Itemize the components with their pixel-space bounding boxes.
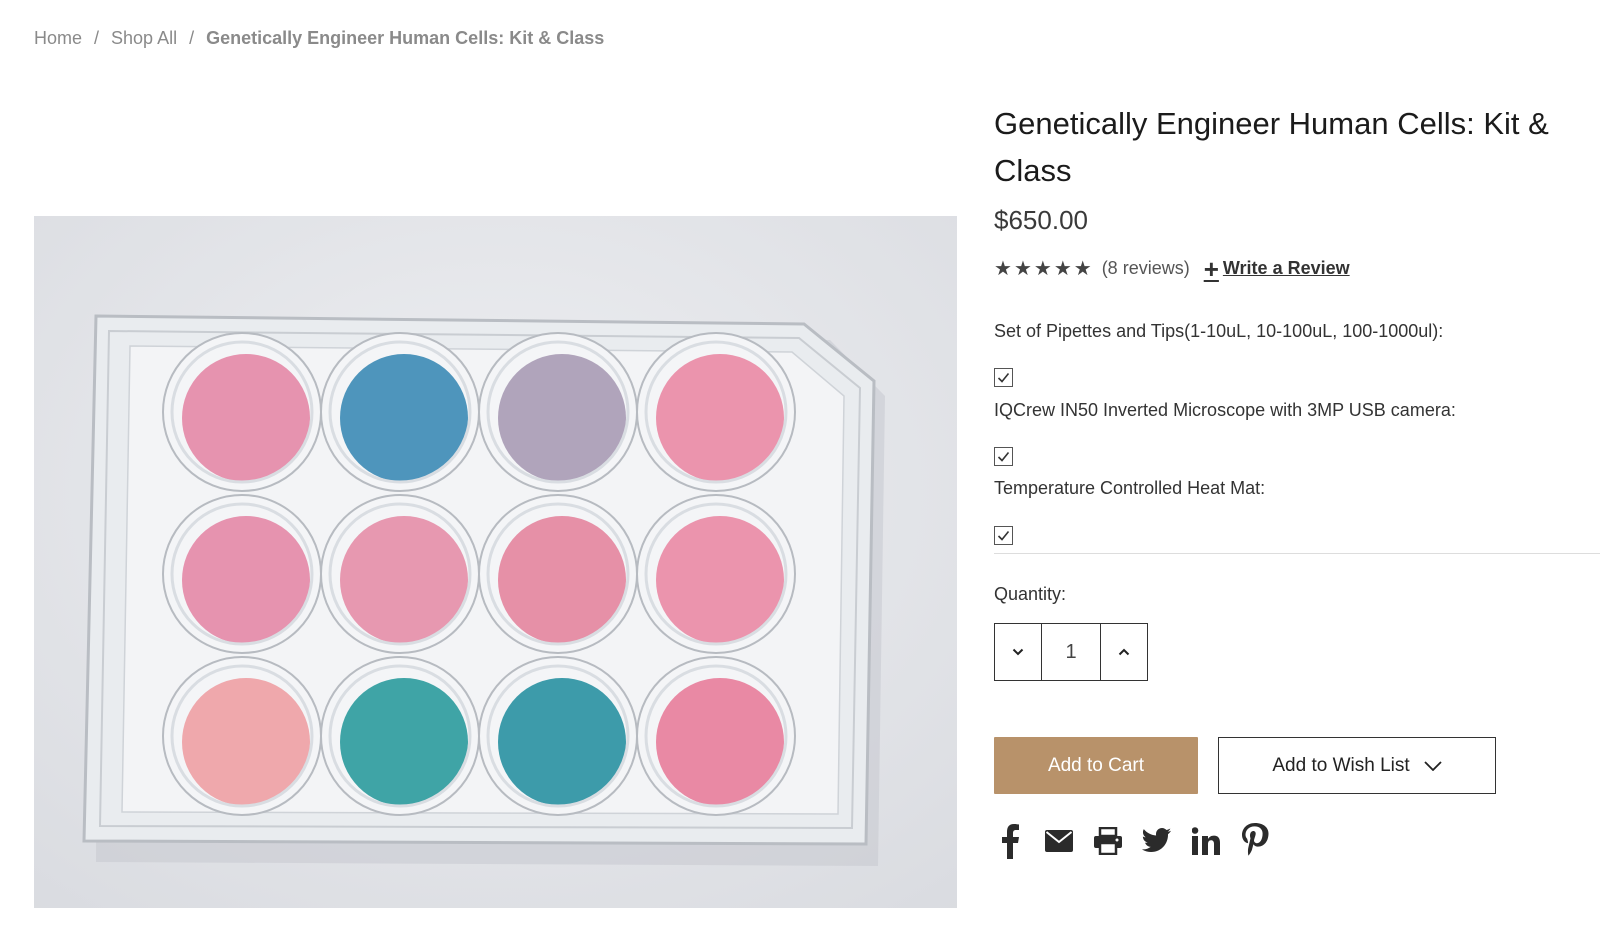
plus-icon: + — [1203, 253, 1219, 284]
linkedin-icon[interactable] — [1190, 822, 1222, 860]
write-review-label: Write a Review — [1222, 258, 1350, 278]
product-price: $650.00 — [994, 205, 1088, 235]
pinterest-icon[interactable] — [1239, 822, 1271, 860]
quantity-decrease-button[interactable] — [994, 623, 1042, 681]
add-to-wishlist-button[interactable]: Add to Wish List — [1218, 737, 1496, 794]
product-title: Genetically Engineer Human Cells: Kit & … — [994, 106, 1549, 188]
facebook-icon[interactable] — [994, 822, 1026, 860]
checkmark-icon — [997, 451, 1010, 462]
breadcrumb-current: Genetically Engineer Human Cells: Kit & … — [206, 28, 605, 48]
twitter-icon[interactable] — [1141, 822, 1173, 860]
checkmark-icon — [997, 530, 1010, 541]
star-icon: ★ — [1073, 257, 1092, 280]
breadcrumb-separator: / — [189, 28, 195, 48]
write-review-link[interactable]: + Write a Review — [1203, 253, 1350, 284]
divider — [994, 553, 1600, 554]
checkmark-icon — [997, 372, 1010, 383]
add-to-cart-button[interactable]: Add to Cart — [994, 737, 1198, 794]
star-icon: ★ — [1013, 257, 1032, 280]
quantity-increase-button[interactable] — [1100, 623, 1148, 681]
chevron-down-icon — [1424, 760, 1442, 771]
wells — [162, 332, 796, 816]
star-rating: ★ ★ ★ ★ ★ — [994, 259, 1092, 279]
add-to-wishlist-label: Add to Wish List — [1272, 754, 1410, 776]
checkbox-heat-mat[interactable] — [994, 526, 1013, 545]
quantity-stepper: 1 — [994, 623, 1148, 681]
quantity-label: Quantity: — [994, 584, 1067, 604]
product-image[interactable] — [34, 216, 957, 908]
print-icon[interactable] — [1092, 822, 1124, 860]
breadcrumb-separator: / — [94, 28, 100, 48]
chevron-down-icon — [1012, 648, 1024, 656]
breadcrumb-shop-all[interactable]: Shop All — [111, 28, 177, 49]
checkbox-microscope[interactable] — [994, 447, 1013, 466]
star-icon: ★ — [994, 257, 1012, 280]
checkbox-pipettes[interactable] — [994, 368, 1013, 387]
breadcrumb-home[interactable]: Home — [34, 28, 82, 49]
quantity-input[interactable]: 1 — [1042, 623, 1100, 681]
rating: ★ ★ ★ ★ ★ (8 reviews) + Write a Review — [994, 253, 1350, 284]
email-icon[interactable] — [1043, 822, 1075, 860]
option-label-heat-mat: Temperature Controlled Heat Mat: — [994, 478, 1266, 498]
chevron-up-icon — [1118, 648, 1130, 656]
review-count[interactable]: (8 reviews) — [1102, 258, 1190, 279]
breadcrumb: Home / Shop All / Genetically Engineer H… — [34, 28, 604, 49]
option-label-microscope: IQCrew IN50 Inverted Microscope with 3MP… — [994, 400, 1456, 420]
social-share — [994, 822, 1271, 860]
star-icon: ★ — [1033, 257, 1052, 280]
star-icon: ★ — [1053, 257, 1072, 280]
option-label-pipettes: Set of Pipettes and Tips(1-10uL, 10-100u… — [994, 321, 1444, 341]
